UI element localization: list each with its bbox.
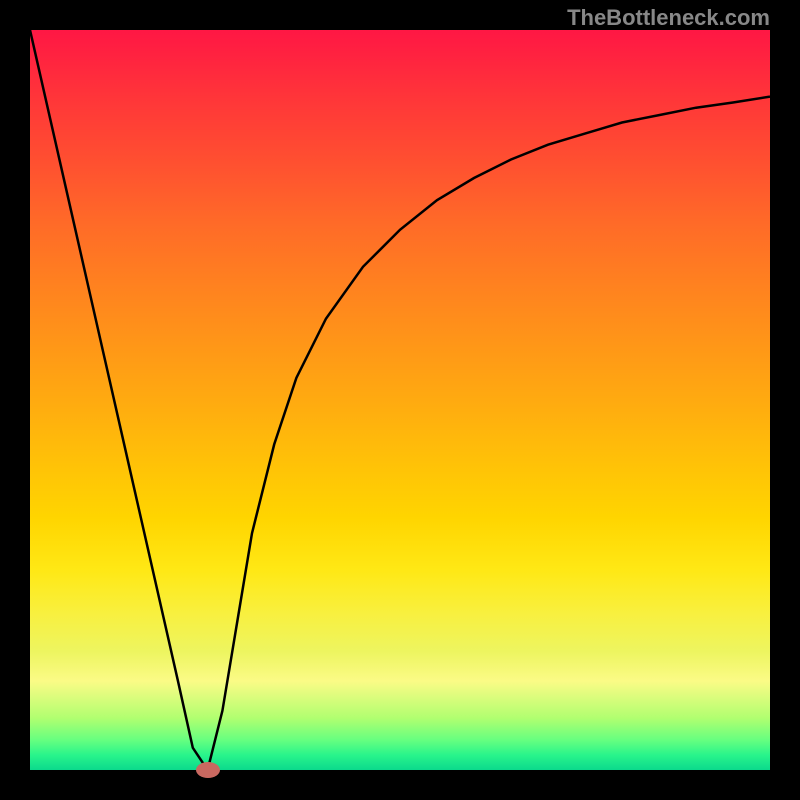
bottleneck-curve — [30, 30, 770, 770]
optimal-point-marker — [196, 762, 220, 778]
attribution-label: TheBottleneck.com — [567, 5, 770, 31]
chart-plot-area — [30, 30, 770, 770]
